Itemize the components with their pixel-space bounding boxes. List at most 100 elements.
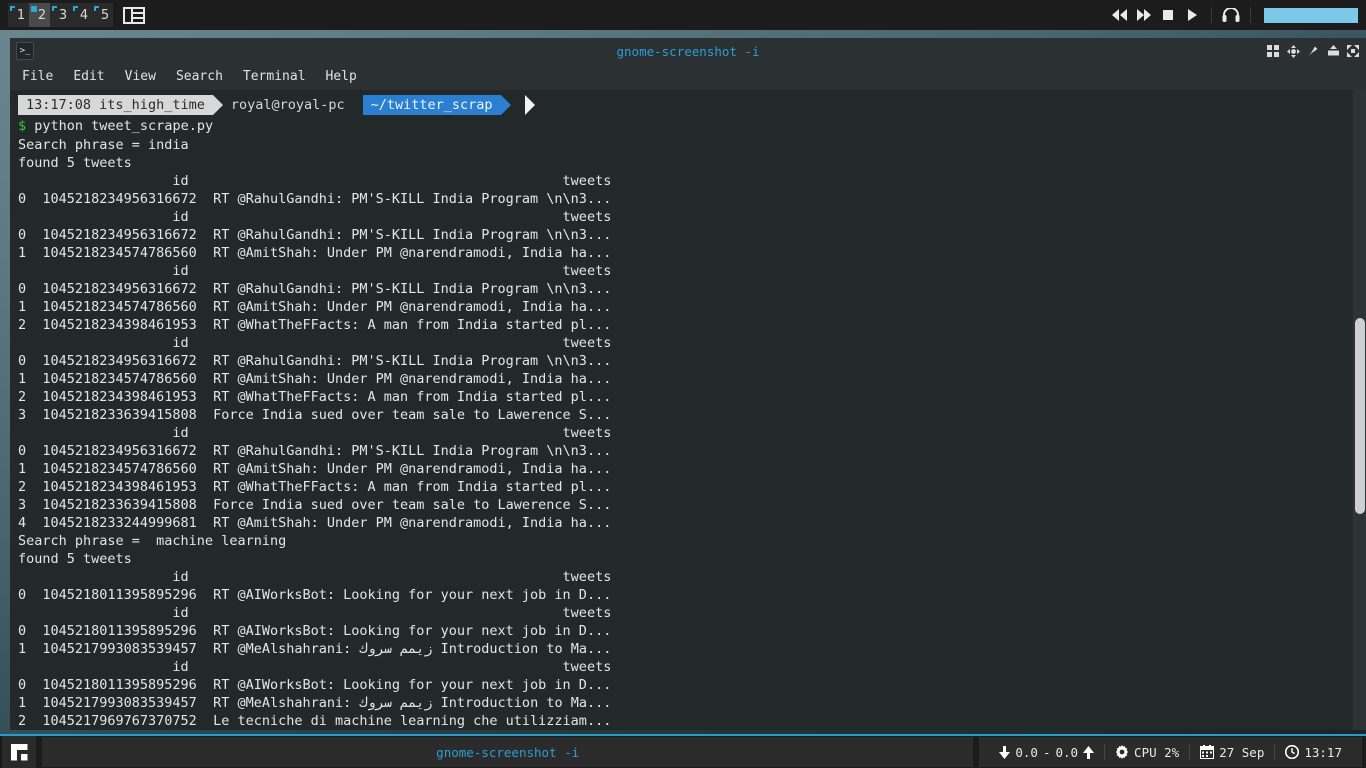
tiling-layout-icon[interactable]: [123, 6, 145, 24]
terminal-line: 0 1045218234956316672 RT @RahulGandhi: P…: [18, 281, 612, 297]
workspace-indicator-icon: [31, 6, 37, 12]
terminal-line: 3 1045218233639415808 Force India sued o…: [18, 497, 612, 513]
workspace-switcher[interactable]: 1 2 3 4 5: [8, 3, 113, 27]
panel-right-section: [1108, 0, 1366, 30]
cpu-status[interactable]: CPU 2%: [1105, 745, 1189, 760]
shade-window-button[interactable]: [1326, 44, 1340, 58]
workspace-indicator-icon: [52, 6, 57, 11]
terminal-line: found 5 tweets: [18, 155, 132, 171]
prompt-user-host: royal@royal-pc: [230, 97, 345, 113]
prompt-time-segment: 13:17:08 its_high_time: [18, 95, 213, 115]
workspace-2[interactable]: 2: [29, 3, 50, 27]
launcher-glyph: [11, 744, 28, 761]
powerline-prompt: 13:17:08 its_high_time royal@royal-pc ~/…: [18, 95, 535, 115]
command-line: $ python tweet_scrape.py: [18, 117, 1352, 136]
taskbar-window-button[interactable]: gnome-screenshot -i: [42, 737, 974, 767]
play-button[interactable]: [1180, 0, 1204, 30]
layout-left-pane: [125, 8, 134, 22]
terminal-window: >_ gnome-screenshot -i File Edit View Se…: [10, 38, 1366, 730]
taskbar-window-title: gnome-screenshot -i: [436, 744, 580, 760]
menu-view[interactable]: View: [125, 69, 156, 84]
window-titlebar[interactable]: >_ gnome-screenshot -i: [10, 38, 1366, 64]
workspace-indicator-icon: [73, 6, 78, 11]
terminal-line: id tweets: [18, 425, 612, 441]
terminal-line: 1 1045218234574786560 RT @AmitShah: Unde…: [18, 461, 612, 477]
date-status[interactable]: 27 Sep: [1190, 745, 1274, 760]
terminal-line: id tweets: [18, 209, 612, 225]
menu-terminal[interactable]: Terminal: [243, 69, 306, 84]
prompt-caret-icon: [524, 95, 535, 115]
stop-button[interactable]: [1156, 0, 1180, 30]
pin-window-button[interactable]: [1306, 44, 1320, 58]
network-status[interactable]: 0.0 - 0.0: [989, 745, 1104, 760]
prompt-dollar: $: [18, 118, 27, 134]
workspace-5[interactable]: 5: [92, 3, 113, 27]
date-label: 27 Sep: [1219, 744, 1265, 760]
terminal-icon-glyph: >_: [19, 45, 31, 56]
rewind-button[interactable]: [1108, 0, 1132, 30]
terminal-scrollbar[interactable]: [1352, 90, 1366, 730]
terminal-line: 0 1045218234956316672 RT @RahulGandhi: P…: [18, 227, 612, 243]
menu-file[interactable]: File: [22, 69, 53, 84]
menu-help[interactable]: Help: [326, 69, 357, 84]
menu-edit[interactable]: Edit: [73, 69, 104, 84]
powerline-separator-icon: [500, 95, 511, 115]
prompt-path-segment: ~/twitter_scrap: [362, 95, 501, 115]
terminal-line: id tweets: [18, 173, 612, 189]
terminal-body: 13:17:08 its_high_time royal@royal-pc ~/…: [10, 90, 1366, 730]
terminal-line: 1 1045218234574786560 RT @AmitShah: Unde…: [18, 371, 612, 387]
terminal-line: id tweets: [18, 569, 612, 585]
headphone-icon[interactable]: [1219, 0, 1243, 30]
workspace-indicator-icon: [10, 6, 15, 11]
window-controls: [1266, 44, 1366, 58]
shell-prompt: 13:17:08 its_high_time royal@royal-pc ~/…: [18, 94, 1352, 116]
clock-status[interactable]: 13:17: [1275, 745, 1352, 760]
workspace-4[interactable]: 4: [71, 3, 92, 27]
cpu-label: CPU 2%: [1134, 744, 1180, 760]
terminal-line: 4 1045218233244999681 RT @AmitShah: Unde…: [18, 515, 612, 531]
taskbar: gnome-screenshot -i 0.0 - 0.0 CPU 2% 27 …: [0, 734, 1366, 768]
terminal-line: 0 1045218234956316672 RT @RahulGandhi: P…: [18, 443, 612, 459]
menubar: File Edit View Search Terminal Help: [10, 64, 1366, 90]
menu-search[interactable]: Search: [176, 69, 223, 84]
terminal-line: 2 1045218234398461953 RT @WhatTheFFacts:…: [18, 317, 612, 333]
terminal-line: 0 1045218011395895296 RT @AIWorksBot: Lo…: [18, 623, 612, 639]
terminal-line: 1 1045218234574786560 RT @AmitShah: Unde…: [18, 299, 612, 315]
powerline-separator-icon: [352, 95, 363, 115]
panel-divider: [1250, 7, 1251, 23]
system-tray: 0.0 - 0.0 CPU 2% 27 Sep 13:17: [979, 737, 1362, 767]
workspace-indicator-icon: [94, 6, 99, 11]
prompt-session: its_high_time: [99, 97, 205, 113]
terminal-line: Search phrase = machine learning: [18, 533, 287, 549]
terminal-output[interactable]: 13:17:08 its_high_time royal@royal-pc ~/…: [10, 90, 1352, 730]
gear-icon: [1115, 745, 1129, 759]
network-download-value: 0.0: [1015, 744, 1038, 760]
move-window-button[interactable]: [1286, 44, 1300, 58]
volume-slider[interactable]: [1264, 7, 1358, 23]
calendar-icon: [1200, 745, 1215, 759]
powerline-separator-icon: [212, 95, 223, 115]
terminal-line: 1 1045217993083539457 RT @MeAlshahrani: …: [18, 641, 612, 657]
workspace-1[interactable]: 1: [8, 3, 29, 27]
terminal-line: 3 1045218233639415808 Force India sued o…: [18, 407, 612, 423]
network-dash: -: [1042, 744, 1051, 760]
network-upload-value: 0.0: [1055, 744, 1079, 760]
fast-forward-button[interactable]: [1132, 0, 1156, 30]
terminal-line: id tweets: [18, 605, 612, 621]
terminal-line: 0 1045218234956316672 RT @RahulGandhi: P…: [18, 353, 612, 369]
maximize-window-button[interactable]: [1346, 44, 1360, 58]
terminal-line: 2 1045217969767370752 Le tecniche di mac…: [18, 713, 612, 729]
prompt-user-segment: royal@royal-pc: [222, 95, 353, 115]
layout-right-pane: [133, 9, 143, 22]
terminal-line: id tweets: [18, 335, 612, 351]
workspace-3[interactable]: 3: [50, 3, 71, 27]
app-launcher-icon[interactable]: [2, 736, 36, 768]
command-text: python tweet_scrape.py: [26, 118, 214, 134]
terminal-line: 0 1045218234956316672 RT @RahulGandhi: P…: [18, 191, 612, 207]
output-lines: Search phrase = india found 5 tweets id t…: [18, 136, 1352, 730]
terminal-line: 2 1045218234398461953 RT @WhatTheFFacts:…: [18, 479, 612, 495]
terminal-line: found 5 tweets: [18, 551, 132, 567]
scrollbar-thumb[interactable]: [1355, 318, 1365, 514]
tile-windows-button[interactable]: [1266, 44, 1280, 58]
prompt-time: 13:17:08: [26, 97, 92, 113]
